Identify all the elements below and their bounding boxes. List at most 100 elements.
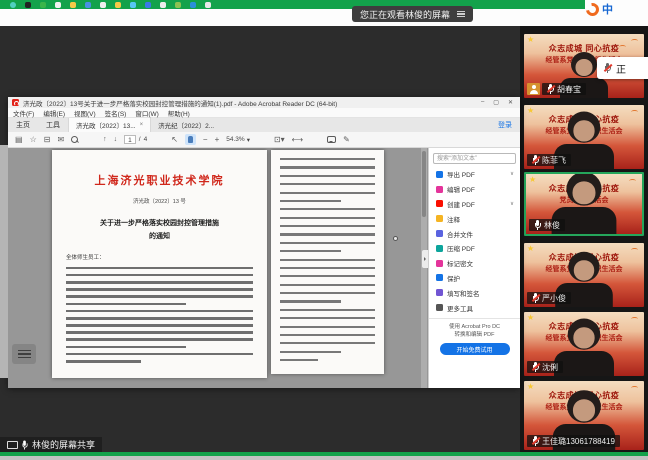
close-button[interactable]: ✕ — [508, 99, 513, 106]
read-mode-icon[interactable]: ⟷ — [292, 135, 303, 144]
screen-share-icon — [7, 441, 17, 449]
tool-label: 导出 PDF — [447, 169, 475, 179]
participant-name: 沈俐 — [542, 362, 558, 373]
tool-compress-pdf[interactable]: 压缩 PDF — [429, 241, 520, 256]
save-icon[interactable]: ▤ — [15, 135, 23, 144]
acrobat-titlebar[interactable]: 济光政〔2022〕13号关于进一步严格落实校园封控管理措施的通知(1).pdf … — [8, 97, 520, 108]
tab-tools[interactable]: 工具 — [38, 118, 68, 132]
select-tool-icon[interactable]: ↖ — [171, 135, 178, 144]
chevron-down-icon[interactable]: ∨ — [510, 171, 514, 177]
panel-collapse-handle[interactable] — [422, 250, 428, 268]
menu-help[interactable]: 帮助(H) — [168, 108, 190, 118]
tool-more-tools[interactable]: 更多工具 — [429, 300, 520, 315]
tool-create-pdf[interactable]: 创建 PDF ∨ — [429, 197, 520, 212]
tool-redact[interactable]: 标记密文 — [429, 256, 520, 271]
mic-on-icon — [21, 440, 27, 449]
taskbar-app-icon[interactable] — [55, 2, 61, 8]
banner-menu-icon[interactable] — [457, 11, 465, 18]
taskbar-app-icon[interactable] — [145, 2, 151, 8]
menu-edit[interactable]: 编辑(E) — [43, 108, 65, 118]
fill-sign-icon[interactable]: ✎ — [343, 135, 350, 144]
acrobat-toolbar: ▤ ☆ ⊟ ✉ ↑ ↓ 1 / 4 ↖ − + 54.3% ▾ ⊡▾ ⟷ — [8, 132, 520, 148]
menu-file[interactable]: 文件(F) — [13, 108, 34, 118]
hand-tool-icon[interactable] — [185, 134, 196, 145]
taskbar-app-icon[interactable] — [10, 2, 16, 8]
taskbar-app-icon[interactable] — [70, 2, 76, 8]
participant-tile[interactable]: ★ 众志成城 同心抗疫 经管系党总支组织生活会 严小俊 — [524, 243, 644, 307]
taskbar-app-icon[interactable] — [25, 2, 31, 8]
document-view[interactable]: 上海济光职业技术学院 济光政〔2022〕13 号 关于进一步严格落实校园封控管理… — [8, 148, 428, 388]
muted-mic-icon — [532, 362, 539, 372]
participant-name-label: 王佳璐13061788419 — [527, 435, 620, 447]
host-badge-icon — [527, 83, 540, 95]
taskbar-app-icon[interactable] — [190, 2, 196, 8]
zoom-in-icon[interactable]: + — [215, 135, 220, 144]
document-scrollbar[interactable] — [421, 148, 427, 388]
floating-menu-button[interactable] — [12, 344, 36, 364]
pdf-page-1: 上海济光职业技术学院 济光政〔2022〕13 号 关于进一步严格落实校园封控管理… — [52, 150, 267, 378]
tools-search-input[interactable] — [433, 153, 516, 164]
watching-banner[interactable]: 您正在观看林俊的屏幕 — [352, 6, 473, 22]
tool-fill-sign[interactable]: 填写和签名 — [429, 285, 520, 300]
acrobat-tabbar: 主页 工具 济光政〔2022〕13... × 济光纪〔2022〕2... 登录 — [8, 118, 520, 132]
doc-tab-active[interactable]: 济光政〔2022〕13... × — [68, 118, 151, 132]
participant-tile-active-speaker[interactable]: ★ 众志成城 同心抗疫 党员组织生活会 林俊 — [524, 172, 644, 236]
participant-name: 胡春宝 — [557, 84, 581, 95]
share-bar-label: 林俊的屏幕共享 — [32, 438, 95, 451]
print-icon[interactable]: ⊟ — [44, 135, 51, 144]
star-icon[interactable]: ☆ — [30, 135, 37, 144]
mail-icon[interactable]: ✉ — [57, 135, 64, 144]
tab-home[interactable]: 主页 — [8, 118, 38, 132]
taskbar-app-icon[interactable] — [115, 2, 121, 8]
fill-sign-tool-icon — [436, 289, 443, 296]
page-down-icon[interactable]: ↓ — [114, 136, 118, 143]
screen-share-bar[interactable]: 林俊的屏幕共享 — [0, 437, 102, 452]
muted-mic-icon — [532, 436, 539, 446]
comment-icon[interactable] — [327, 136, 336, 143]
tab-close-icon[interactable]: × — [140, 122, 144, 128]
zoom-level-dropdown[interactable]: 54.3% ▾ — [226, 136, 250, 144]
taskbar-app-icon[interactable] — [160, 2, 166, 8]
signin-button[interactable]: 登录 — [498, 118, 520, 132]
participant-tile[interactable]: ★ 众志成城 同心抗疫 经管系党总支组织生活会 王佳璐13061788419 — [524, 381, 644, 450]
menu-window[interactable]: 窗口(W) — [135, 108, 158, 118]
app-logo: 中 — [586, 1, 613, 17]
search-icon[interactable] — [71, 136, 79, 144]
menu-view[interactable]: 视图(V) — [74, 108, 96, 118]
menu-sign[interactable]: 签名(S) — [105, 108, 127, 118]
scrollbar-thumb[interactable] — [422, 151, 426, 217]
maximize-button[interactable]: ▢ — [493, 99, 499, 106]
tool-comment[interactable]: 注释 — [429, 211, 520, 226]
tool-protect[interactable]: 保护 — [429, 271, 520, 286]
participant-tile[interactable]: ★ 众志成城 同心抗疫 经管系党总支组织生活会 沈俐 — [524, 312, 644, 376]
zoom-out-icon[interactable]: − — [203, 135, 208, 144]
acrobat-promo: 使用 Acrobat Pro DC 转换和编辑 PDF — [429, 318, 520, 340]
page-indicator[interactable]: 1 / 4 — [124, 135, 147, 144]
taskbar-app-icon[interactable] — [130, 2, 136, 8]
page-fit-icon[interactable]: ⊡▾ — [274, 135, 285, 144]
page-current[interactable]: 1 — [124, 135, 136, 144]
document-number: 济光政〔2022〕13 号 — [66, 197, 253, 205]
taskbar-app-icon[interactable] — [40, 2, 46, 8]
taskbar-app-icon[interactable] — [85, 2, 91, 8]
acrobat-app-icon — [12, 99, 19, 106]
more-tools-icon — [436, 304, 443, 311]
tool-export-pdf[interactable]: 导出 PDF ∨ — [429, 167, 520, 182]
chevron-down-icon[interactable]: ∨ — [510, 201, 514, 207]
free-trial-button[interactable]: 开始免费试用 — [440, 343, 510, 355]
tool-edit-pdf[interactable]: 编辑 PDF — [429, 182, 520, 197]
page-up-icon[interactable]: ↑ — [103, 136, 107, 143]
logo-swirl-icon — [583, 0, 601, 18]
minimize-button[interactable]: – — [481, 99, 484, 106]
comment-tool-icon — [436, 215, 443, 222]
taskbar-app-icon[interactable] — [100, 2, 106, 8]
taskbar-app-icon[interactable] — [205, 2, 211, 8]
doc-tab-inactive[interactable]: 济光纪〔2022〕2... — [151, 118, 221, 132]
tool-label: 更多工具 — [447, 303, 473, 313]
muted-mic-icon — [604, 63, 611, 73]
meeting-screen: 中 您正在观看林俊的屏幕 正 ★ 众志成城 同心抗疫 经管系党总支组织生活会 胡… — [0, 0, 648, 460]
tool-combine-files[interactable]: 合并文件 — [429, 226, 520, 241]
taskbar-app-icon[interactable] — [175, 2, 181, 8]
doc-tab-label: 济光纪〔2022〕2... — [158, 120, 214, 130]
participant-tile[interactable]: ★ 众志成城 同心抗疫 经管系党总支组织生活会 陈菲飞 — [524, 105, 644, 169]
